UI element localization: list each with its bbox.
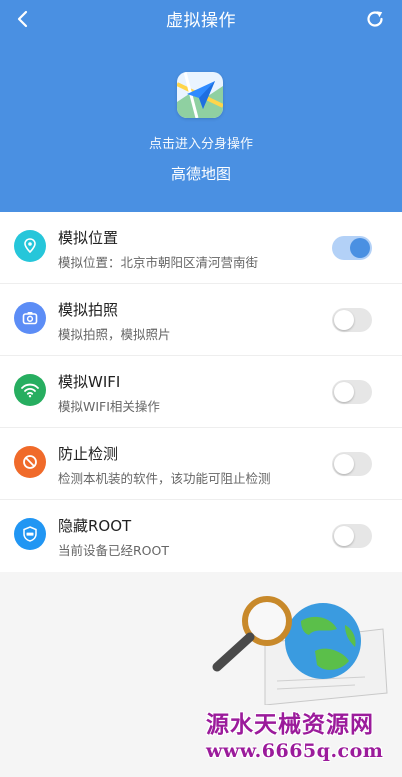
list-item-mock-location[interactable]: 模拟位置 模拟位置：北京市朝阳区清河营南街 — [0, 212, 402, 284]
shield-root-icon — [14, 518, 46, 550]
watermark-globe-illustration — [205, 595, 395, 706]
item-subtitle: 检测本机装的软件，该功能可阻止检测 — [58, 471, 271, 486]
refresh-icon — [367, 11, 383, 27]
item-title: 模拟拍照 — [58, 301, 119, 319]
page-title: 虚拟操作 — [166, 11, 236, 31]
item-subtitle: 当前设备已经ROOT — [58, 543, 169, 558]
operation-list: 模拟位置 模拟位置：北京市朝阳区清河营南街 模拟拍照 模拟拍照，模拟照片 模拟W… — [0, 212, 402, 572]
anti-detect-toggle[interactable] — [332, 452, 372, 476]
refresh-button[interactable] — [362, 6, 388, 32]
enter-clone-link[interactable]: 点击进入分身操作 — [0, 133, 402, 152]
mock-camera-toggle[interactable] — [332, 308, 372, 332]
item-subtitle: 模拟位置：北京市朝阳区清河营南街 — [58, 255, 259, 270]
item-title: 模拟位置 — [58, 229, 119, 247]
map-app-icon — [177, 72, 223, 118]
app-icon[interactable] — [177, 72, 223, 118]
list-item-anti-detect[interactable]: 防止检测 检测本机装的软件，该功能可阻止检测 — [0, 428, 402, 500]
toggle-knob — [350, 238, 370, 258]
watermark-url: www.6665q.com — [206, 740, 384, 762]
watermark-site-name: 源水天械资源网 — [206, 711, 374, 738]
toggle-knob — [334, 382, 354, 402]
mock-wifi-toggle[interactable] — [332, 380, 372, 404]
toggle-knob — [334, 310, 354, 330]
item-title: 隐藏ROOT — [58, 517, 132, 535]
wifi-icon — [14, 374, 46, 406]
item-subtitle: 模拟拍照，模拟照片 — [58, 327, 171, 342]
block-icon — [14, 446, 46, 478]
toggle-knob — [334, 526, 354, 546]
header: 虚拟操作 点击进入分身操作 高德地图 — [0, 0, 402, 212]
list-item-mock-camera[interactable]: 模拟拍照 模拟拍照，模拟照片 — [0, 284, 402, 356]
hide-root-toggle[interactable] — [332, 524, 372, 548]
app-name: 高德地图 — [170, 165, 231, 183]
camera-icon — [14, 302, 46, 334]
list-item-mock-wifi[interactable]: 模拟WIFI 模拟WIFI相关操作 — [0, 356, 402, 428]
item-title: 防止检测 — [58, 445, 119, 463]
item-title: 模拟WIFI — [58, 373, 121, 391]
mock-location-toggle[interactable] — [332, 236, 372, 260]
list-item-hide-root[interactable]: 隐藏ROOT 当前设备已经ROOT — [0, 500, 402, 572]
location-pin-icon — [14, 230, 46, 262]
toggle-knob — [334, 454, 354, 474]
item-subtitle: 模拟WIFI相关操作 — [58, 399, 160, 414]
